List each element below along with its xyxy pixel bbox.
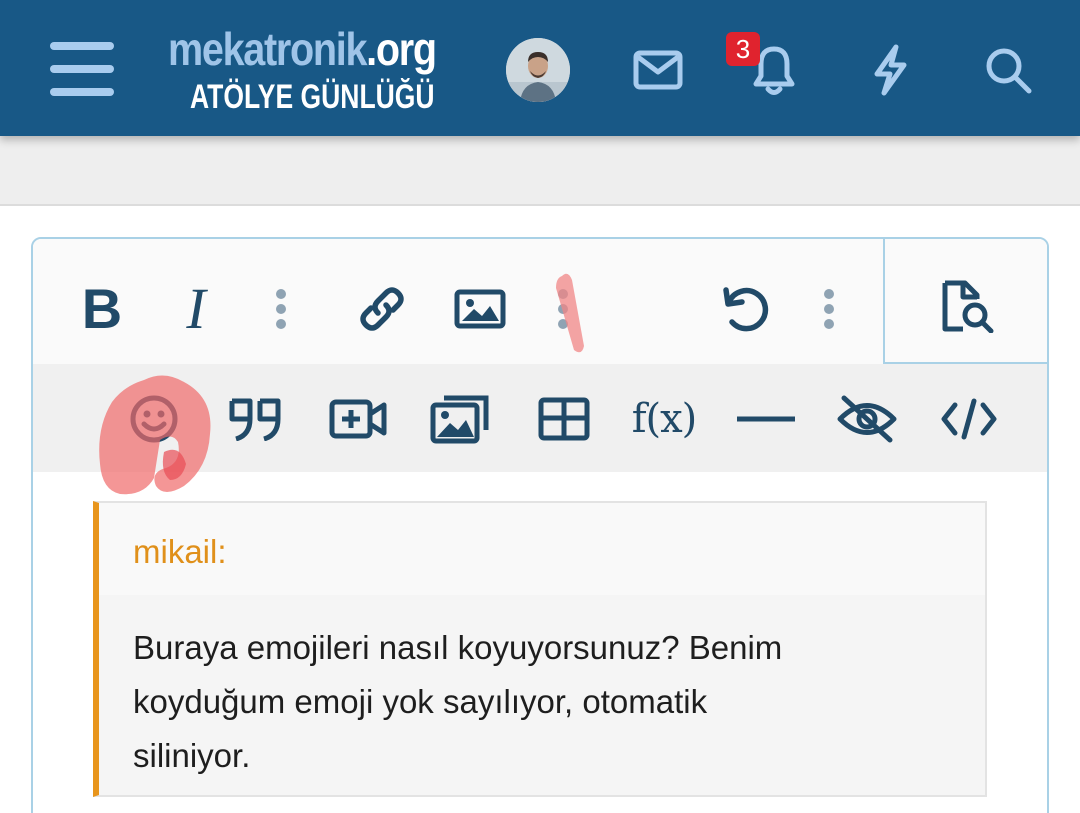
quote-header: mikail: bbox=[99, 503, 985, 595]
gallery-icon bbox=[430, 395, 489, 444]
undo-button[interactable] bbox=[713, 279, 777, 339]
menu-icon[interactable] bbox=[50, 42, 114, 96]
logo-wordmark: mekatronik.org bbox=[168, 23, 437, 75]
more-vertical-icon bbox=[824, 289, 834, 329]
editor-toolbar-secondary: f(x) bbox=[33, 364, 1047, 472]
link-button[interactable] bbox=[351, 279, 413, 339]
quote-button[interactable] bbox=[225, 390, 287, 448]
link-icon bbox=[360, 287, 404, 331]
quote-line: koyduğum emoji yok sayılıyor, otomatik bbox=[133, 683, 708, 720]
quote-line: siliniyor. bbox=[133, 737, 251, 774]
table-icon bbox=[538, 397, 590, 441]
preview-toggle-pane bbox=[883, 239, 1047, 364]
video-plus-icon bbox=[329, 399, 387, 439]
image-icon bbox=[454, 289, 506, 329]
quote-line: Buraya emojileri nasıl koyuyorsunuz? Ben… bbox=[133, 629, 783, 666]
envelope-icon[interactable] bbox=[626, 38, 690, 102]
top-navigation-bar: mekatronik.org ATÖLYE GÜNLÜĞÜ 3 bbox=[0, 0, 1080, 136]
insert-table-button[interactable] bbox=[533, 390, 595, 448]
quote-author[interactable]: mikail: bbox=[133, 533, 227, 571]
spoiler-button[interactable] bbox=[833, 390, 901, 448]
bold-label: B bbox=[81, 276, 123, 340]
function-icon: f(x) bbox=[631, 396, 698, 442]
smiley-icon bbox=[130, 395, 178, 443]
logo-tagline: ATÖLYE GÜNLÜĞÜ bbox=[190, 78, 435, 116]
preview-icon bbox=[942, 280, 994, 333]
more-text-options-button[interactable] bbox=[261, 283, 301, 335]
italic-label: I bbox=[186, 275, 206, 341]
insert-function-button[interactable]: f(x) bbox=[627, 390, 701, 448]
code-icon bbox=[941, 398, 997, 440]
insert-gallery-button[interactable] bbox=[427, 388, 493, 448]
page-subheader-strip bbox=[0, 136, 1080, 206]
quoted-message: mikail: Buraya emojileri nasıl koyuyorsu… bbox=[93, 501, 987, 797]
undo-icon bbox=[723, 287, 769, 332]
more-history-options-button[interactable] bbox=[809, 283, 849, 335]
more-vertical-icon bbox=[558, 289, 568, 329]
bolt-icon[interactable] bbox=[858, 38, 922, 102]
site-logo[interactable]: mekatronik.org ATÖLYE GÜNLÜĞÜ bbox=[168, 22, 468, 122]
italic-button[interactable]: I bbox=[165, 275, 227, 341]
quote-body: Buraya emojileri nasıl koyuyorsunuz? Ben… bbox=[133, 621, 953, 783]
bold-button[interactable]: B bbox=[71, 275, 133, 341]
quote-icon bbox=[229, 398, 281, 441]
search-icon[interactable] bbox=[976, 38, 1040, 102]
code-button[interactable] bbox=[937, 390, 1001, 448]
preview-button[interactable] bbox=[933, 275, 1001, 337]
avatar[interactable] bbox=[506, 38, 570, 102]
notification-count-badge: 3 bbox=[726, 32, 760, 66]
more-insert-options-button[interactable] bbox=[543, 283, 583, 335]
insert-image-button[interactable] bbox=[447, 279, 513, 339]
emoji-button[interactable] bbox=[125, 390, 183, 448]
insert-media-button[interactable] bbox=[327, 390, 389, 448]
horizontal-rule-icon bbox=[737, 416, 795, 422]
eye-slash-icon bbox=[837, 395, 897, 443]
more-vertical-icon bbox=[276, 289, 286, 329]
horizontal-rule-button[interactable] bbox=[733, 390, 799, 448]
editor-toolbar-primary: B I bbox=[33, 239, 1047, 364]
